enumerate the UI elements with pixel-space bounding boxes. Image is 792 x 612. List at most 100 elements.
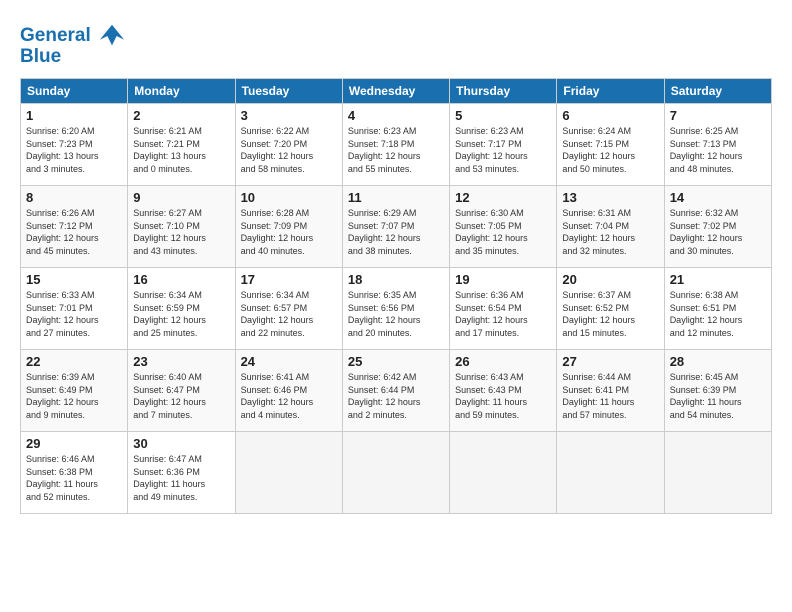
calendar-cell: 25 Sunrise: 6:42 AM Sunset: 6:44 PM Dayli… [342, 350, 449, 432]
calendar-week-row: 29 Sunrise: 6:46 AM Sunset: 6:38 PM Dayli… [21, 432, 772, 514]
calendar-header-row: SundayMondayTuesdayWednesdayThursdayFrid… [21, 79, 772, 104]
calendar-cell: 12 Sunrise: 6:30 AM Sunset: 7:05 PM Dayli… [450, 186, 557, 268]
weekday-header-friday: Friday [557, 79, 664, 104]
day-number: 6 [562, 108, 658, 123]
calendar-cell: 19Sunrise: 6:36 AM Sunset: 6:54 PM Dayli… [450, 268, 557, 350]
day-info: Sunrise: 6:28 AM Sunset: 7:09 PM Dayligh… [241, 207, 337, 257]
day-number: 16 [133, 272, 229, 287]
calendar-cell: 16 Sunrise: 6:34 AM Sunset: 6:59 PM Dayli… [128, 268, 235, 350]
day-number: 21 [670, 272, 766, 287]
calendar-cell: 3 Sunrise: 6:22 AM Sunset: 7:20 PM Daylig… [235, 104, 342, 186]
day-info: Sunrise: 6:43 AM Sunset: 6:43 PM Dayligh… [455, 371, 551, 421]
day-info: Sunrise: 6:22 AM Sunset: 7:20 PM Dayligh… [241, 125, 337, 175]
day-info: Sunrise: 6:27 AM Sunset: 7:10 PM Dayligh… [133, 207, 229, 257]
day-number: 14 [670, 190, 766, 205]
weekday-header-thursday: Thursday [450, 79, 557, 104]
calendar-week-row: 15 Sunrise: 6:33 AM Sunset: 7:01 PM Dayli… [21, 268, 772, 350]
day-info: Sunrise: 6:45 AM Sunset: 6:39 PM Dayligh… [670, 371, 766, 421]
day-info: Sunrise: 6:34 AM Sunset: 6:57 PM Dayligh… [241, 289, 337, 339]
day-number: 22 [26, 354, 122, 369]
weekday-header-saturday: Saturday [664, 79, 771, 104]
calendar-cell: 10 Sunrise: 6:28 AM Sunset: 7:09 PM Dayli… [235, 186, 342, 268]
day-number: 28 [670, 354, 766, 369]
day-number: 8 [26, 190, 122, 205]
calendar-cell [450, 432, 557, 514]
calendar-cell: 7 Sunrise: 6:25 AM Sunset: 7:13 PM Daylig… [664, 104, 771, 186]
calendar-cell: 17 Sunrise: 6:34 AM Sunset: 6:57 PM Dayli… [235, 268, 342, 350]
calendar-cell: 28 Sunrise: 6:45 AM Sunset: 6:39 PM Dayli… [664, 350, 771, 432]
calendar-week-row: 1Sunrise: 6:20 AM Sunset: 7:23 PM Daylig… [21, 104, 772, 186]
day-number: 26 [455, 354, 551, 369]
calendar-cell [664, 432, 771, 514]
day-number: 25 [348, 354, 444, 369]
calendar-week-row: 22 Sunrise: 6:39 AM Sunset: 6:49 PM Dayli… [21, 350, 772, 432]
day-info: Sunrise: 6:38 AM Sunset: 6:51 PM Dayligh… [670, 289, 766, 339]
calendar-cell: 26 Sunrise: 6:43 AM Sunset: 6:43 PM Dayli… [450, 350, 557, 432]
day-info: Sunrise: 6:31 AM Sunset: 7:04 PM Dayligh… [562, 207, 658, 257]
day-info: Sunrise: 6:32 AM Sunset: 7:02 PM Dayligh… [670, 207, 766, 257]
calendar-cell: 22 Sunrise: 6:39 AM Sunset: 6:49 PM Dayli… [21, 350, 128, 432]
day-info: Sunrise: 6:41 AM Sunset: 6:46 PM Dayligh… [241, 371, 337, 421]
calendar-cell: 4Sunrise: 6:23 AM Sunset: 7:18 PM Daylig… [342, 104, 449, 186]
day-number: 29 [26, 436, 122, 451]
day-info: Sunrise: 6:35 AM Sunset: 6:56 PM Dayligh… [348, 289, 444, 339]
day-info: Sunrise: 6:37 AM Sunset: 6:52 PM Dayligh… [562, 289, 658, 339]
calendar-cell: 15 Sunrise: 6:33 AM Sunset: 7:01 PM Dayli… [21, 268, 128, 350]
calendar-cell: 30Sunrise: 6:47 AM Sunset: 6:36 PM Dayli… [128, 432, 235, 514]
weekday-header-monday: Monday [128, 79, 235, 104]
day-info: Sunrise: 6:21 AM Sunset: 7:21 PM Dayligh… [133, 125, 229, 175]
logo: General Blue [20, 22, 126, 68]
day-number: 27 [562, 354, 658, 369]
day-number: 24 [241, 354, 337, 369]
weekday-header-sunday: Sunday [21, 79, 128, 104]
day-info: Sunrise: 6:42 AM Sunset: 6:44 PM Dayligh… [348, 371, 444, 421]
weekday-header-tuesday: Tuesday [235, 79, 342, 104]
weekday-header-wednesday: Wednesday [342, 79, 449, 104]
day-number: 18 [348, 272, 444, 287]
calendar-week-row: 8Sunrise: 6:26 AM Sunset: 7:12 PM Daylig… [21, 186, 772, 268]
calendar-cell: 2 Sunrise: 6:21 AM Sunset: 7:21 PM Daylig… [128, 104, 235, 186]
day-number: 23 [133, 354, 229, 369]
day-info: Sunrise: 6:34 AM Sunset: 6:59 PM Dayligh… [133, 289, 229, 339]
day-number: 17 [241, 272, 337, 287]
day-number: 2 [133, 108, 229, 123]
calendar-cell [342, 432, 449, 514]
day-number: 20 [562, 272, 658, 287]
day-number: 12 [455, 190, 551, 205]
day-number: 3 [241, 108, 337, 123]
day-info: Sunrise: 6:44 AM Sunset: 6:41 PM Dayligh… [562, 371, 658, 421]
day-info: Sunrise: 6:46 AM Sunset: 6:38 PM Dayligh… [26, 453, 122, 503]
day-number: 30 [133, 436, 229, 451]
day-number: 4 [348, 108, 444, 123]
calendar-cell [235, 432, 342, 514]
day-number: 15 [26, 272, 122, 287]
calendar-cell: 1Sunrise: 6:20 AM Sunset: 7:23 PM Daylig… [21, 104, 128, 186]
day-info: Sunrise: 6:29 AM Sunset: 7:07 PM Dayligh… [348, 207, 444, 257]
day-info: Sunrise: 6:40 AM Sunset: 6:47 PM Dayligh… [133, 371, 229, 421]
calendar-cell: 27 Sunrise: 6:44 AM Sunset: 6:41 PM Dayli… [557, 350, 664, 432]
day-info: Sunrise: 6:25 AM Sunset: 7:13 PM Dayligh… [670, 125, 766, 175]
calendar-cell [557, 432, 664, 514]
day-info: Sunrise: 6:39 AM Sunset: 6:49 PM Dayligh… [26, 371, 122, 421]
calendar-cell: 29 Sunrise: 6:46 AM Sunset: 6:38 PM Dayli… [21, 432, 128, 514]
day-info: Sunrise: 6:24 AM Sunset: 7:15 PM Dayligh… [562, 125, 658, 175]
calendar-cell: 18 Sunrise: 6:35 AM Sunset: 6:56 PM Dayli… [342, 268, 449, 350]
day-number: 9 [133, 190, 229, 205]
calendar-cell: 20 Sunrise: 6:37 AM Sunset: 6:52 PM Dayli… [557, 268, 664, 350]
calendar-cell: 9 Sunrise: 6:27 AM Sunset: 7:10 PM Daylig… [128, 186, 235, 268]
day-number: 11 [348, 190, 444, 205]
calendar-cell: 23 Sunrise: 6:40 AM Sunset: 6:47 PM Dayli… [128, 350, 235, 432]
day-info: Sunrise: 6:20 AM Sunset: 7:23 PM Dayligh… [26, 125, 122, 175]
day-number: 7 [670, 108, 766, 123]
calendar-cell: 21 Sunrise: 6:38 AM Sunset: 6:51 PM Dayli… [664, 268, 771, 350]
day-info: Sunrise: 6:30 AM Sunset: 7:05 PM Dayligh… [455, 207, 551, 257]
calendar-cell: 6 Sunrise: 6:24 AM Sunset: 7:15 PM Daylig… [557, 104, 664, 186]
day-number: 13 [562, 190, 658, 205]
day-number: 10 [241, 190, 337, 205]
calendar-cell: 11 Sunrise: 6:29 AM Sunset: 7:07 PM Dayli… [342, 186, 449, 268]
calendar-cell: 8Sunrise: 6:26 AM Sunset: 7:12 PM Daylig… [21, 186, 128, 268]
day-info: Sunrise: 6:23 AM Sunset: 7:17 PM Dayligh… [455, 125, 551, 175]
day-number: 5 [455, 108, 551, 123]
day-info: Sunrise: 6:33 AM Sunset: 7:01 PM Dayligh… [26, 289, 122, 339]
calendar-cell: 13 Sunrise: 6:31 AM Sunset: 7:04 PM Dayli… [557, 186, 664, 268]
